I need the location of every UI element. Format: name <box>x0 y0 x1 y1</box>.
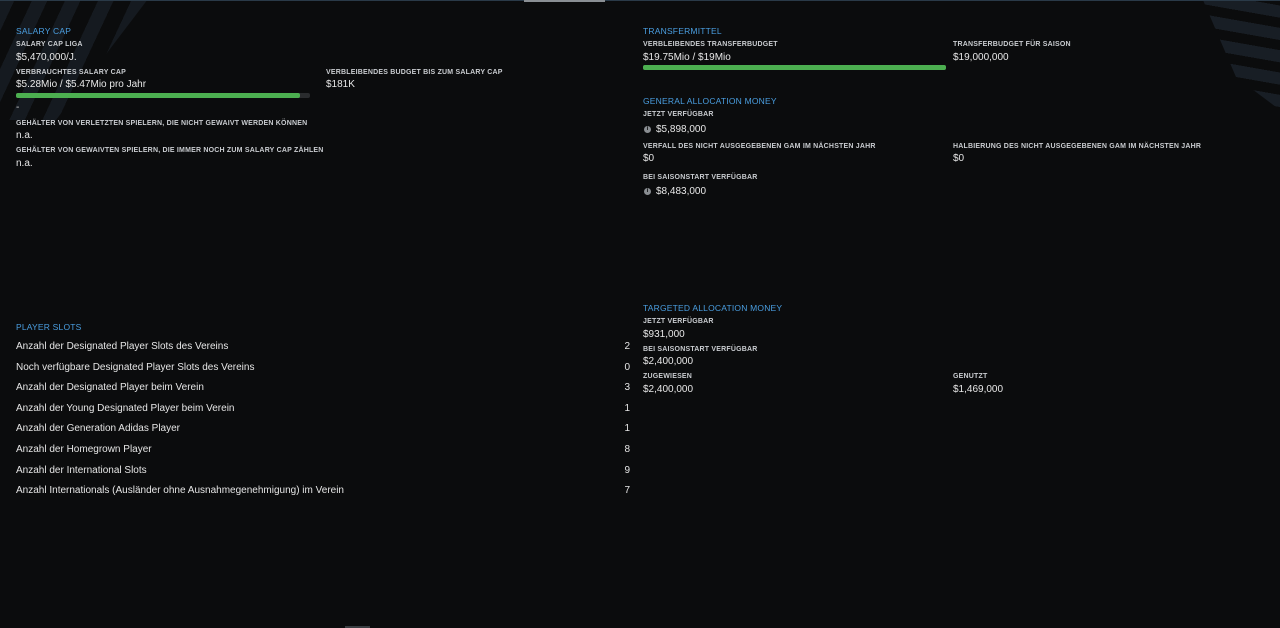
player-slot-label: Anzahl der Generation Adidas Player <box>16 423 180 434</box>
waived-salaries-value: n.a. <box>16 158 33 169</box>
transfer-remaining-label: VERBLEIBENDES TRANSFERBUDGET <box>643 41 778 48</box>
gam-season-start-label: BEI SAISONSTART VERFÜGBAR <box>643 174 758 181</box>
waived-salaries-label: GEHÄLTER VON GEWAIVTEN SPIELERN, DIE IMM… <box>16 147 324 154</box>
player-slot-row: Noch verfügbare Designated Player Slots … <box>16 362 630 376</box>
player-slot-value: 1 <box>624 403 630 414</box>
player-slot-value: 8 <box>624 444 630 455</box>
transfer-remaining-bar <box>643 65 946 70</box>
player-slot-row: Anzahl der Young Designated Player beim … <box>16 403 630 417</box>
tam-assigned-value: $2,400,000 <box>643 384 694 395</box>
injured-salaries-label: GEHÄLTER VON VERLETZTEN SPIELERN, DIE NI… <box>16 120 308 127</box>
player-slot-row: Anzahl der Designated Player Slots des V… <box>16 341 630 355</box>
tam-used-value: $1,469,000 <box>953 384 1004 395</box>
salary-cap-liga-label: SALARY CAP LIGA <box>16 41 83 48</box>
active-tab-indicator[interactable] <box>524 0 605 2</box>
salary-cap-used-value: $5.28Mio / $5.47Mio pro Jahr <box>16 79 147 90</box>
player-slot-label: Anzahl der Designated Player Slots des V… <box>16 341 229 352</box>
salary-cap-dash: - <box>16 102 20 113</box>
tam-season-start-value: $2,400,000 <box>643 356 694 367</box>
info-icon[interactable]: i <box>644 126 651 133</box>
player-slots-title: PLAYER SLOTS <box>16 322 82 332</box>
player-slot-row: Anzahl der Designated Player beim Verein… <box>16 382 630 396</box>
gam-halve-value: $0 <box>953 153 965 164</box>
gam-expire-label: VERFALL DES NICHT AUSGEGEBENEN GAM IM NÄ… <box>643 143 876 150</box>
player-slot-value: 3 <box>624 382 630 393</box>
tam-now-label: JETZT VERFÜGBAR <box>643 318 714 325</box>
player-slot-label: Anzahl der International Slots <box>16 465 147 476</box>
player-slot-value: 7 <box>624 485 630 496</box>
salary-cap-used-bar <box>16 93 310 98</box>
tam-used-label: GENUTZT <box>953 373 988 380</box>
salary-cap-remaining-value: $181K <box>326 79 355 90</box>
injured-salaries-value: n.a. <box>16 130 33 141</box>
player-slot-label: Anzahl Internationals (Ausländer ohne Au… <box>16 485 344 496</box>
player-slot-value: 9 <box>624 465 630 476</box>
tam-season-start-label: BEI SAISONSTART VERFÜGBAR <box>643 346 758 353</box>
gam-title: GENERAL ALLOCATION MONEY <box>643 96 777 106</box>
transfer-remaining-value: $19.75Mio / $19Mio <box>643 52 731 63</box>
gam-now-value: $5,898,000 <box>656 124 707 135</box>
salary-cap-remaining-label: VERBLEIBENDES BUDGET BIS ZUM SALARY CAP <box>326 69 503 76</box>
player-slot-value: 0 <box>624 362 630 373</box>
player-slot-row: Anzahl der International Slots 9 <box>16 465 630 479</box>
salary-cap-used-bar-fill <box>16 93 300 98</box>
gam-now-label: JETZT VERFÜGBAR <box>643 111 714 118</box>
salary-cap-used-label: VERBRAUCHTES SALARY CAP <box>16 69 126 76</box>
tam-title: TARGETED ALLOCATION MONEY <box>643 303 783 313</box>
player-slot-row: Anzahl der Homegrown Player 8 <box>16 444 630 458</box>
player-slot-label: Anzahl der Young Designated Player beim … <box>16 403 235 414</box>
player-slot-label: Anzahl der Designated Player beim Verein <box>16 382 204 393</box>
gam-season-start-value: $8,483,000 <box>656 186 707 197</box>
gam-expire-value: $0 <box>643 153 655 164</box>
player-slot-value: 1 <box>624 423 630 434</box>
transfer-remaining-bar-fill <box>643 65 946 70</box>
transfer-season-label: TRANSFERBUDGET FÜR SAISON <box>953 41 1071 48</box>
player-slot-row: Anzahl der Generation Adidas Player 1 <box>16 423 630 437</box>
player-slot-value: 2 <box>624 341 630 352</box>
transfer-title: TRANSFERMITTEL <box>643 26 722 36</box>
player-slot-label: Anzahl der Homegrown Player <box>16 444 152 455</box>
background-decoration-right <box>1203 0 1280 110</box>
player-slot-row: Anzahl Internationals (Ausländer ohne Au… <box>16 485 630 499</box>
player-slot-label: Noch verfügbare Designated Player Slots … <box>16 362 255 373</box>
info-icon[interactable]: i <box>644 188 651 195</box>
tam-assigned-label: ZUGEWIESEN <box>643 373 693 380</box>
salary-cap-title: SALARY CAP <box>16 26 72 36</box>
tam-now-value: $931,000 <box>643 329 685 340</box>
gam-halve-label: HALBIERUNG DES NICHT AUSGEGEBENEN GAM IM… <box>953 143 1202 150</box>
transfer-season-value: $19,000,000 <box>953 52 1009 63</box>
top-border <box>0 0 1280 1</box>
salary-cap-liga-value: $5,470,000/J. <box>16 52 77 63</box>
